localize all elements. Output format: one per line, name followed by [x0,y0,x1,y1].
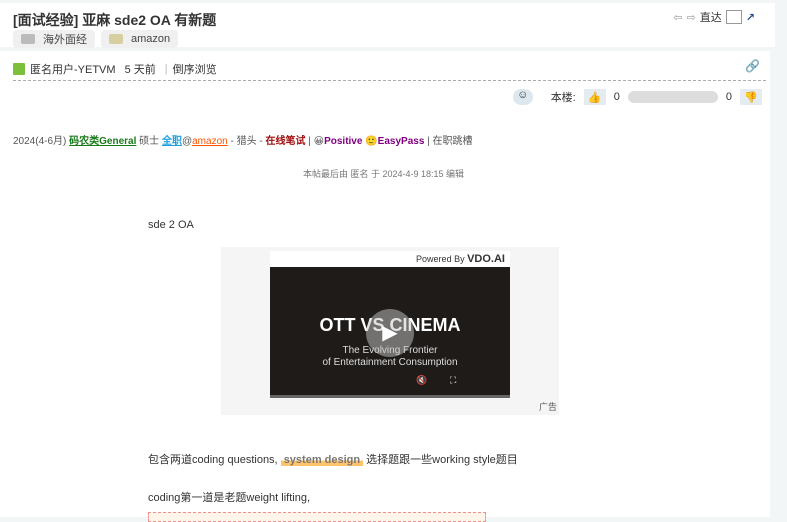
down-count: 0 [725,91,732,103]
link-icon[interactable]: 🔗 [745,59,760,73]
video-progress[interactable] [270,395,510,398]
mute-icon[interactable]: 🔇 [416,375,427,386]
smile-icon: 😀 [313,136,325,147]
highlighted-text: system design [280,454,364,466]
prev-arrow-icon[interactable]: ⇦ [673,11,682,24]
jobtype-link[interactable]: 全职 [162,136,182,147]
scrollbar[interactable] [770,3,787,517]
post-line: 包含两道coding questions, system design 选择题跟… [148,454,518,466]
interview-info: 2024(4-6月) 码农类General 硕士 全职@amazon - 猎头 … [13,136,473,147]
edit-note: 本帖最后由 匿名 于 2024-4-9 18:15 编辑 [303,169,465,179]
company-icon [109,34,123,44]
post-time: 5 天前 [124,64,156,76]
tag-icon [21,34,35,44]
author-name[interactable]: 匿名用户-YETVM [30,61,116,77]
thumbs-up-icon: 👍 [587,91,602,104]
up-count: 0 [613,91,620,103]
goto-icon[interactable]: ↗ [746,11,755,24]
company-link[interactable]: amazon [192,136,228,147]
divider: | [164,63,168,75]
smile-icon: 🙂 [365,136,378,147]
goto-label: 直达 [699,12,722,24]
fullscreen-icon[interactable]: ⛶ [450,375,456,386]
next-arrow-icon[interactable]: ⇨ [687,11,696,24]
vote-ratio-bar [627,91,718,103]
floor-label: 本楼: [550,92,576,104]
emoji-react-icon[interactable]: ☺ [512,89,533,105]
ad-powered-by: Powered By VDO.AI [270,251,510,267]
tag-amazon[interactable]: amazon [101,30,179,48]
thumbs-down-button[interactable]: 👎 [740,89,762,105]
thumbs-down-icon: 👎 [744,91,758,104]
post-line: sde 2 OA [148,219,194,231]
goto-page-input[interactable] [725,10,742,24]
thread-header: [面试经验] 亚麻 sde2 OA 有新题 海外面经 amazon ⇦ ⇨ 直达… [0,3,775,48]
play-icon[interactable]: ▶ [366,309,414,357]
divider [13,80,766,81]
tag-overseas[interactable]: 海外面经 [13,30,95,48]
ad-label: 广告 [538,402,557,412]
code-block [148,512,486,522]
thread-title: [面试经验] 亚麻 sde2 OA 有新题 [13,12,217,28]
thumbs-up-button[interactable]: 👍 [583,89,606,105]
post-line: coding第一道是老题weight lifting, [148,492,311,504]
video-player[interactable]: OTT VS CINEMA The Evolving Frontierof En… [270,267,510,398]
user-avatar-icon [13,63,25,75]
video-ad[interactable]: Powered By VDO.AI OTT VS CINEMA The Evol… [221,247,559,415]
reverse-order-link[interactable]: 倒序浏览 [173,61,217,77]
category-link[interactable]: 码农类General [69,136,136,147]
